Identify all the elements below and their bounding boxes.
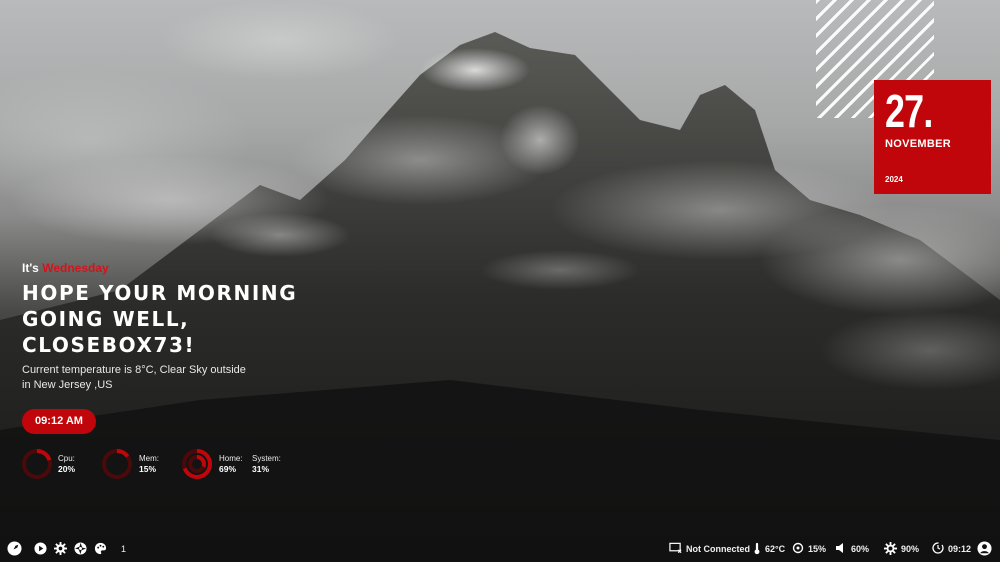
monitor-disconnected-icon (669, 542, 682, 556)
day-line: It's Wednesday (22, 261, 342, 275)
system-value: 31% (252, 464, 270, 474)
mem-gauge-text: Mem: 15% (139, 454, 159, 474)
weather-text: Current temperature is 8°C, Clear Sky ou… (22, 363, 252, 393)
brightness-icon (884, 541, 897, 557)
play-icon (34, 541, 47, 557)
cpu-gauge (21, 448, 53, 480)
cpu-label: Cpu: (58, 454, 75, 463)
home-label: Home: (219, 454, 243, 463)
workspace-indicator[interactable]: 1 (121, 536, 126, 562)
network-status[interactable]: Not Connected (669, 536, 750, 562)
gear-icon (54, 541, 67, 557)
launcher-button[interactable] (7, 536, 22, 562)
home-value: 69% (219, 464, 237, 474)
theme-button[interactable] (94, 536, 107, 562)
date-card: 27. NOVEMBER 2024 (874, 80, 991, 194)
volume-label: 60% (851, 544, 870, 554)
network-label: Not Connected (686, 544, 750, 554)
media-play-button[interactable] (34, 536, 47, 562)
user-icon (977, 540, 992, 558)
headline-line-1: Hope your morning (22, 281, 298, 305)
taskbar: 1 Not Connected 62°C 15% 60% 90% 09:12 (0, 536, 1000, 562)
mem-label: Mem: (139, 454, 159, 463)
clock[interactable]: 09:12 (932, 536, 971, 562)
mem-gauge (101, 448, 133, 480)
cpu-status-label: 15% (808, 544, 827, 554)
cpu-status[interactable]: 15% (792, 536, 826, 562)
cpu-gauge-text: Cpu: 20% (58, 454, 75, 474)
home-gauge-text: Home: 69% (219, 454, 243, 474)
thermometer-icon (753, 542, 761, 557)
date-day: 27. (885, 85, 933, 137)
time-pill: 09:12 AM (22, 409, 96, 434)
weather-line-1: Current temperature is 8°C, Clear Sky ou… (22, 364, 246, 376)
cpu-icon (792, 542, 804, 556)
headline-line-2: going well, (22, 307, 190, 331)
aperture-button[interactable] (74, 536, 87, 562)
user-menu-button[interactable] (977, 536, 992, 562)
brightness-label: 90% (901, 544, 920, 554)
brightness-control[interactable]: 90% (884, 536, 919, 562)
speaker-icon (835, 542, 847, 556)
system-label: System: (252, 454, 281, 463)
system-gauge-text: System: 31% (252, 454, 281, 474)
weather-line-2: in New Jersey ,US (22, 379, 113, 391)
rocket-icon (7, 540, 22, 558)
headline-line-3: closebox73! (22, 333, 196, 357)
clock-label: 09:12 (948, 544, 972, 554)
settings-button[interactable] (54, 536, 67, 562)
temperature-label: 62°C (765, 544, 786, 554)
cpu-value: 20% (58, 464, 76, 474)
clock-icon (932, 542, 944, 556)
aperture-icon (74, 541, 87, 557)
volume-control[interactable]: 60% (835, 536, 869, 562)
palette-icon (94, 542, 107, 557)
date-month: NOVEMBER (885, 138, 951, 150)
mem-value: 15% (139, 464, 157, 474)
greeting-widget: It's Wednesday Hope your morning going w… (22, 261, 342, 393)
temperature-status[interactable]: 62°C (753, 536, 785, 562)
home-gauge (181, 448, 213, 480)
workspace-number: 1 (121, 544, 127, 554)
day-name: Wednesday (42, 261, 109, 275)
day-prefix: It's (22, 261, 39, 275)
date-year: 2024 (885, 175, 903, 184)
greeting-headline: Hope your morning going well, closebox73… (22, 280, 342, 358)
